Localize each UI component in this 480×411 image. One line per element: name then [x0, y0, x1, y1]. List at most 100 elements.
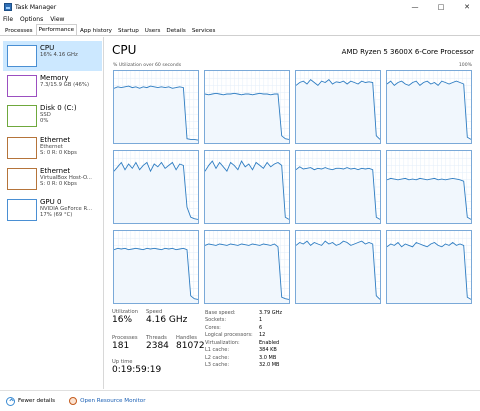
processes-stat: Processes 181 [112, 335, 138, 352]
page-title: CPU [112, 43, 137, 57]
detail-row: Sockets: 1 [205, 317, 375, 325]
title-bar: Task Manager — □ ✕ [0, 0, 480, 14]
threads-value: 2384 [146, 341, 169, 351]
detail-value: 32.0 MB [259, 362, 280, 369]
core-graph-plot [114, 71, 198, 143]
sidebar-item-ethernet-virtualbox[interactable]: Ethernet VirtualBox Host-O... S: 0 R: 0 … [3, 164, 102, 194]
core-graph [295, 70, 381, 144]
detail-value: 12 [259, 332, 266, 339]
detail-value: 1 [259, 317, 263, 324]
window-title: Task Manager [15, 3, 57, 11]
core-graph [204, 150, 290, 224]
detail-row: L2 cache: 3.0 MB [205, 354, 375, 362]
sidebar-item-memory[interactable]: Memory 7.3/15.9 GB (46%) [3, 71, 102, 101]
maximize-button[interactable]: □ [428, 0, 454, 14]
core-graph [386, 70, 472, 144]
detail-key: L1 cache: [205, 347, 230, 354]
detail-row: L3 cache: 32.0 MB [205, 362, 375, 370]
utilization-area [296, 79, 380, 143]
sidebar-item-detail: 16% 4.16 GHz [40, 52, 78, 58]
sidebar-item-label: GPU 0 [40, 198, 62, 206]
core-graph-plot [387, 71, 471, 143]
sidebar-item-ethernet[interactable]: Ethernet Ethernet S: 0 R: 0 Kbps [3, 133, 102, 163]
core-graph-plot [114, 231, 198, 303]
sidebar-item-cpu[interactable]: CPU 16% 4.16 GHz [3, 41, 102, 71]
sidebar-item-disk[interactable]: Disk 0 (C:) SSD 0% [3, 101, 102, 131]
uptime-value: 0:19:59:19 [112, 365, 162, 375]
detail-key: Sockets: [205, 317, 227, 324]
core-graph [295, 230, 381, 304]
core-graph-plot [205, 231, 289, 303]
detail-row: Base speed: 3.79 GHz [205, 309, 375, 317]
speed-value: 4.16 GHz [146, 315, 188, 325]
tab-details[interactable]: Details [163, 25, 188, 35]
core-graph [204, 70, 290, 144]
detail-key: Base speed: [205, 309, 236, 316]
cpu-panel: CPU AMD Ryzen 5 3600X 6-Core Processor %… [106, 37, 480, 389]
core-graph [295, 150, 381, 224]
detail-row: Cores: 6 [205, 324, 375, 332]
core-graph-plot [296, 71, 380, 143]
sidebar-item-label: CPU [40, 44, 55, 52]
utilization-stat: Utilization 16% [112, 309, 138, 326]
sidebar-item-detail: 0% [40, 118, 49, 125]
core-graph-plot [387, 231, 471, 303]
cpu-model-name: AMD Ryzen 5 3600X 6-Core Processor [341, 48, 474, 56]
menu-view[interactable]: View [50, 16, 64, 23]
core-graph [113, 70, 199, 144]
close-button[interactable]: ✕ [454, 0, 480, 14]
tab-processes[interactable]: Processes [2, 25, 36, 35]
detail-key: Logical processors: [205, 332, 253, 339]
detail-key: Virtualization: [205, 339, 240, 346]
sidebar-item-gpu[interactable]: GPU 0 NVIDIA GeForce R... 17% (69 °C) [3, 195, 102, 225]
core-graph-plot [296, 151, 380, 223]
detail-row: Logical processors: 12 [205, 332, 375, 340]
sidebar-item-label: Ethernet [40, 136, 71, 144]
tab-users[interactable]: Users [142, 25, 164, 35]
graph-axis-label: % Utilization over 60 seconds [113, 63, 182, 68]
sidebar-item-detail: S: 0 R: 0 Kbps [40, 181, 77, 188]
fewer-details-button[interactable]: Fewer details [18, 398, 55, 404]
core-graph-plot [114, 151, 198, 223]
cpu-details-table: Base speed: 3.79 GHz Sockets: 1 Cores: 6 Lo… [205, 309, 375, 369]
utilization-area [205, 244, 289, 303]
open-resource-monitor-link[interactable]: Open Resource Monitor [80, 398, 145, 404]
tab-startup[interactable]: Startup [115, 25, 142, 35]
core-graph [113, 230, 199, 304]
uptime-stat: Up time 0:19:59:19 [112, 359, 161, 376]
utilization-area [205, 161, 289, 223]
core-graph-plot [387, 151, 471, 223]
sidebar-item-label: Ethernet [40, 167, 71, 175]
resource-monitor-icon [69, 397, 78, 405]
utilization-area [114, 248, 198, 303]
minimize-button[interactable]: — [402, 0, 428, 14]
sidebar-item-label: Disk 0 (C:) [40, 104, 77, 112]
core-graph [204, 230, 290, 304]
tab-performance[interactable]: Performance [35, 24, 78, 35]
menu-options[interactable]: Options [20, 16, 43, 23]
disk-thumbnail [7, 105, 37, 127]
ethernet-thumbnail [7, 137, 37, 159]
detail-value: 6 [259, 324, 263, 331]
cpu-thumbnail [7, 45, 37, 67]
utilization-area [296, 166, 380, 223]
utilization-value: 16% [112, 315, 133, 325]
detail-row: L1 cache: 384 KB [205, 347, 375, 355]
handles-value: 81072 [176, 341, 205, 351]
gpu-thumbnail [7, 199, 37, 221]
detail-value: Enabled [259, 339, 280, 346]
detail-key: Cores: [205, 324, 221, 331]
menu-file[interactable]: File [3, 16, 13, 23]
resource-sidebar: CPU 16% 4.16 GHz Memory 7.3/15.9 GB (46%… [0, 37, 104, 389]
chevron-up-icon[interactable] [6, 396, 15, 406]
utilization-area [387, 242, 471, 303]
tab-bar: Processes Performance App history Startu… [0, 24, 480, 36]
tab-app-history[interactable]: App history [77, 25, 115, 35]
core-graph [113, 150, 199, 224]
footer-bar: Fewer details Open Resource Monitor [0, 390, 480, 411]
sidebar-item-detail: 17% (69 °C) [40, 212, 73, 219]
speed-stat: Speed 4.16 GHz [146, 309, 187, 326]
detail-key: L2 cache: [205, 354, 230, 361]
core-graph-plot [205, 151, 289, 223]
tab-services[interactable]: Services [189, 25, 219, 35]
